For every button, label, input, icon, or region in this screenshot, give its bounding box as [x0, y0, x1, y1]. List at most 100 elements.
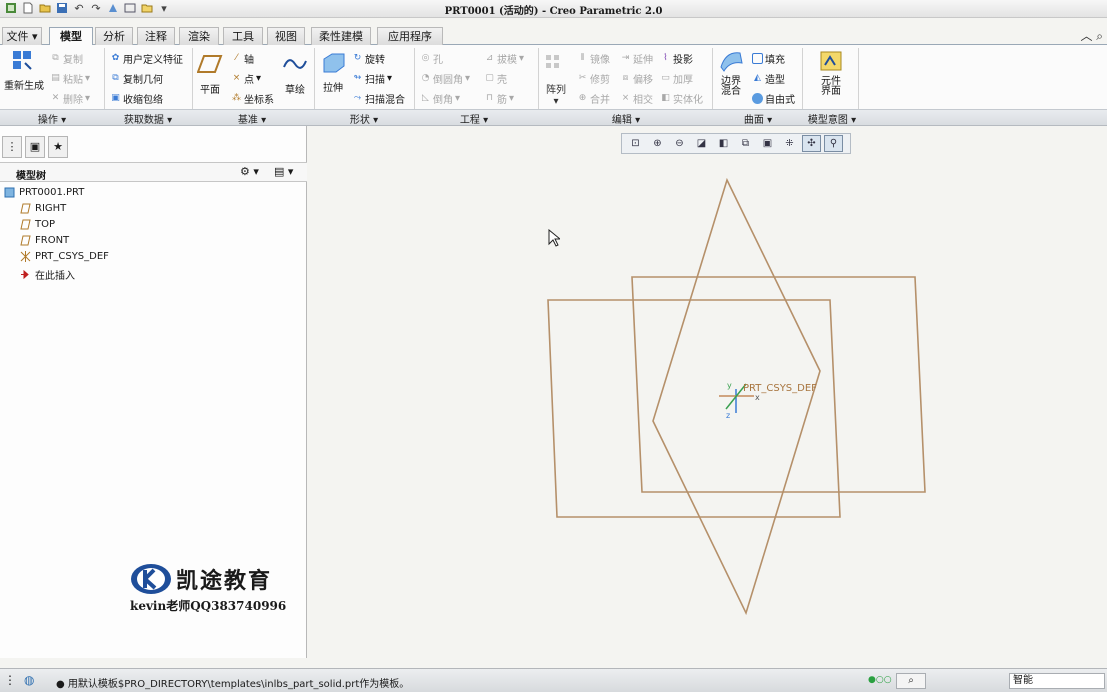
spin-center-icon[interactable]: ✣ — [802, 135, 821, 152]
mirror-button[interactable]: ⫴ 镜像 — [577, 51, 610, 66]
group-datum[interactable]: 基准 ▾ — [230, 111, 274, 126]
intersect-button[interactable]: ⨯ 相交 — [620, 91, 653, 106]
copy-button[interactable]: ⧉ 复制 — [50, 51, 83, 66]
regenerate-icon — [11, 49, 37, 73]
group-engineering[interactable]: 工程 ▾ — [452, 111, 496, 126]
find-icon[interactable]: ⌕ — [896, 673, 926, 689]
style-button[interactable]: ◭ 造型 — [752, 71, 785, 86]
browser-toggle-icon[interactable]: ◍ — [24, 673, 34, 687]
tree-item-part[interactable]: PRT0001.PRT — [4, 187, 84, 198]
view-manager-icon[interactable]: ▣ — [758, 135, 777, 152]
navigator-toggle-icon[interactable]: ⋮ — [4, 673, 16, 687]
datum-plane-front[interactable] — [547, 299, 841, 518]
extrude-icon — [320, 51, 346, 75]
solidify-button[interactable]: ◧ 实体化 — [660, 91, 703, 106]
display-style-icon[interactable]: ◧ — [714, 135, 733, 152]
tab-model[interactable]: 模型 — [49, 27, 93, 46]
point-button[interactable]: × 点 ▾ — [231, 71, 261, 86]
copy-geometry-button[interactable]: ⧉ 复制几何 — [110, 71, 163, 86]
zoom-in-icon[interactable]: ⊕ — [648, 135, 667, 152]
model-tree-tab-icon[interactable]: ⋮ — [2, 136, 22, 158]
zoom-out-icon[interactable]: ⊖ — [670, 135, 689, 152]
shell-button[interactable]: ▢ 壳 — [484, 71, 507, 86]
freestyle-button[interactable]: 自由式 — [752, 91, 795, 106]
sketch-button[interactable]: 草绘 — [281, 53, 309, 96]
tab-render[interactable]: 渲染 — [179, 27, 219, 45]
tree-item-csys[interactable]: PRT_CSYS_DEF — [20, 251, 109, 262]
rib-button[interactable]: ⊓ 筋 ▾ — [484, 91, 514, 106]
chamfer-button[interactable]: ◺ 倒角 ▾ — [420, 91, 460, 106]
show-menu-icon[interactable]: ▤ ▾ — [274, 165, 293, 178]
redo-icon[interactable]: ↷ — [89, 1, 103, 15]
project-button[interactable]: ⌇ 投影 — [660, 51, 693, 66]
tree-item-right[interactable]: RIGHT — [20, 203, 66, 214]
group-get-data[interactable]: 获取数据 ▾ — [118, 111, 178, 126]
paste-button[interactable]: ▤ 粘贴 ▾ — [50, 71, 90, 86]
new-icon[interactable] — [21, 1, 35, 15]
tab-annotate[interactable]: 注释 — [137, 27, 175, 45]
regenerate-button[interactable]: 重新生成 — [4, 49, 44, 92]
group-editing[interactable]: 编辑 ▾ — [604, 111, 648, 126]
sweep-button[interactable]: ↬ 扫描 ▾ — [352, 71, 392, 86]
brand-logo-icon — [131, 564, 171, 594]
undo-icon[interactable]: ↶ — [72, 1, 86, 15]
tab-view[interactable]: 视图 — [267, 27, 305, 45]
tree-item-top[interactable]: TOP — [20, 219, 55, 230]
annotation-display-icon[interactable]: ⚲ — [824, 135, 843, 152]
revolve-button[interactable]: ↻ 旋转 — [352, 51, 385, 66]
group-shapes[interactable]: 形状 ▾ — [342, 111, 386, 126]
tree-item-front[interactable]: FRONT — [20, 235, 69, 246]
group-model-intent[interactable]: 模型意图 ▾ — [804, 111, 860, 126]
graphics-window[interactable]: x z y PRT_CSYS_DEF — [308, 126, 1107, 666]
folder-browser-tab-icon[interactable]: ▣ — [25, 136, 45, 158]
close-icon[interactable] — [140, 1, 154, 15]
thicken-button[interactable]: ▭ 加厚 — [660, 71, 693, 86]
csys-button[interactable]: ⁂ 坐标系 — [231, 91, 274, 106]
delete-button[interactable]: ✕ 删除 ▾ — [50, 91, 90, 106]
draft-button[interactable]: ⊿ 拔模 ▾ — [484, 51, 524, 66]
fill-button[interactable]: 填充 — [752, 51, 785, 66]
tab-tools[interactable]: 工具 — [223, 27, 263, 45]
open-icon[interactable] — [38, 1, 52, 15]
window-icon[interactable] — [123, 1, 137, 15]
chamfer-icon: ◺ — [422, 93, 429, 103]
extrude-button[interactable]: 拉伸 — [318, 51, 348, 94]
save-icon[interactable] — [55, 1, 69, 15]
swept-blend-button[interactable]: ⤳ 扫描混合 — [352, 91, 405, 106]
settings-icon[interactable]: ⚙ ▾ — [240, 165, 259, 178]
datum-display-icon[interactable]: ⁜ — [780, 135, 799, 152]
intersect-icon: ⨯ — [621, 93, 630, 103]
boundary-blend-icon — [718, 49, 744, 73]
merge-button[interactable]: ⊕ 合并 — [577, 91, 610, 106]
extend-button[interactable]: ⇥ 延伸 — [620, 51, 653, 66]
offset-button[interactable]: ⧈ 偏移 — [620, 71, 653, 86]
axis-button[interactable]: ⁄ 轴 — [231, 51, 254, 66]
customize-icon[interactable]: ▾ — [157, 1, 171, 15]
app-icon[interactable] — [4, 1, 18, 15]
regenerate-icon[interactable] — [106, 1, 120, 15]
tree-item-insert-here[interactable]: 在此插入 — [20, 267, 75, 282]
round-button[interactable]: ◔ 倒圆角 ▾ — [420, 71, 470, 86]
tab-applications[interactable]: 应用程序 — [377, 27, 443, 45]
group-operations[interactable]: 操作 ▾ — [30, 111, 74, 126]
watermark-logo: 凯途教育 kevin老师QQ383740996 — [130, 563, 286, 614]
boundary-blend-button[interactable]: 边界混合 — [716, 49, 746, 97]
component-interface-button[interactable]: 元件界面 — [816, 49, 846, 97]
shrinkwrap-button[interactable]: ▣ 收缩包络 — [110, 91, 163, 106]
trim-button[interactable]: ✂ 修剪 — [577, 71, 610, 86]
udf-button[interactable]: ✿ 用户定义特征 — [110, 51, 183, 66]
datum-planes-drawing: x z y — [547, 177, 926, 616]
selection-filter-dropdown[interactable]: 智能 — [1009, 673, 1105, 689]
group-surfaces[interactable]: 曲面 ▾ — [736, 111, 780, 126]
repaint-icon[interactable]: ◪ — [692, 135, 711, 152]
pattern-button[interactable]: 阵列 ▾ — [542, 53, 570, 107]
tab-analysis[interactable]: 分析 — [95, 27, 133, 45]
plane-button[interactable]: 平面 — [196, 53, 224, 96]
favorites-tab-icon[interactable]: ★ — [48, 136, 68, 158]
hole-button[interactable]: ◎ 孔 — [420, 51, 443, 66]
tab-flexible-modeling[interactable]: 柔性建模 — [311, 27, 371, 45]
saved-orientations-icon[interactable]: ⧉ — [736, 135, 755, 152]
help-icon[interactable]: ︿ ⌕ — [1080, 27, 1103, 44]
tab-file[interactable]: 文件 ▾ — [2, 27, 42, 45]
refit-icon[interactable]: ⊡ — [626, 135, 645, 152]
